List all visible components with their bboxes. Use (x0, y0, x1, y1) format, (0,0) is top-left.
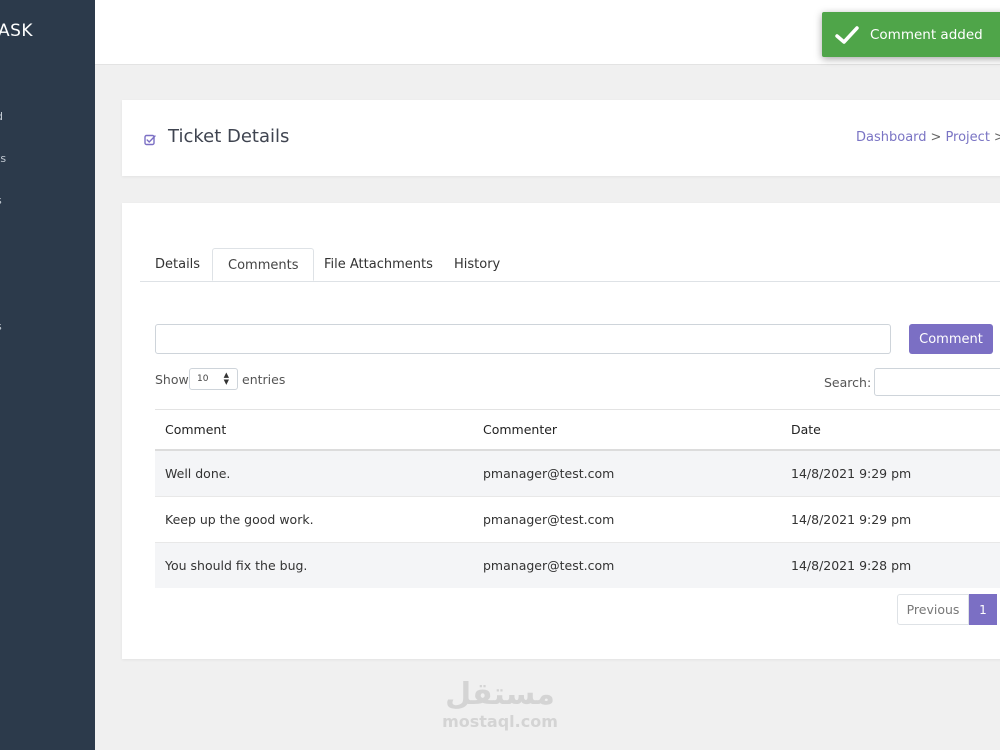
tab-details[interactable]: Details (140, 248, 215, 281)
cell-comment: Well done. (155, 449, 473, 497)
breadcrumb-project[interactable]: Project (945, 130, 989, 145)
watermark-arabic: مستقل (445, 677, 555, 712)
sort-arrows-icon: ▲ ▼ (223, 371, 229, 386)
check-icon (834, 22, 860, 48)
watermark: مستقل mostaql.com (440, 677, 560, 732)
entries-value: 10 (197, 374, 209, 384)
table-row: You should fix the bug. pmanager@test.co… (155, 542, 1000, 588)
search-input[interactable] (874, 368, 1000, 396)
cell-date: 14/8/2021 9:29 pm (781, 496, 1000, 543)
sidebar-item-users[interactable]: s (0, 320, 2, 333)
page-title: Ticket Details (168, 126, 290, 147)
pagination: Previous 1 (897, 594, 997, 625)
tab-history[interactable]: History (439, 248, 515, 281)
page-1-button[interactable]: 1 (969, 594, 997, 625)
column-header-date[interactable]: Date (781, 409, 1000, 451)
cell-comment: You should fix the bug. (155, 542, 473, 588)
app-brand[interactable]: ASK (0, 21, 33, 41)
ticket-tabs: Details Comments File Attachments Histor… (140, 248, 1000, 282)
comment-input[interactable] (155, 324, 891, 354)
toast-message: Comment added (870, 26, 983, 43)
previous-page-button[interactable]: Previous (897, 594, 969, 625)
entries-label: entries (242, 372, 286, 387)
column-header-commenter[interactable]: Commenter (473, 409, 781, 451)
breadcrumb-separator: > (993, 130, 1000, 145)
search-label: Search: (824, 375, 872, 390)
watermark-latin: mostaql.com (442, 712, 558, 731)
table-row: Well done. pmanager@test.com 14/8/2021 9… (155, 449, 1000, 497)
toast-notification[interactable]: Comment added (822, 12, 1000, 57)
tab-comments[interactable]: Comments (212, 248, 315, 281)
breadcrumb-dashboard[interactable]: Dashboard (856, 130, 927, 145)
table-header-row: Comment Commenter Date (155, 409, 1000, 451)
ticket-content-card: Details Comments File Attachments Histor… (122, 203, 1000, 659)
sidebar: ASK d ts s s (0, 0, 95, 750)
cell-commenter: pmanager@test.com (473, 449, 781, 497)
breadcrumb: Dashboard>Project>Ti (856, 130, 1000, 145)
page-header-card: Ticket Details Dashboard>Project>Ti (122, 100, 1000, 176)
breadcrumb-separator: > (930, 130, 942, 145)
sidebar-item-dashboard[interactable]: d (0, 110, 3, 123)
sidebar-item-projects[interactable]: ts (0, 152, 6, 165)
sidebar-item-tickets[interactable]: s (0, 194, 2, 207)
tab-file-attachments[interactable]: File Attachments (309, 248, 448, 281)
cell-comment: Keep up the good work. (155, 496, 473, 543)
entries-select[interactable]: 10 ▲ ▼ (189, 368, 238, 390)
table-row: Keep up the good work. pmanager@test.com… (155, 496, 1000, 543)
cell-commenter: pmanager@test.com (473, 496, 781, 543)
checkbox-icon (144, 131, 156, 146)
comment-submit-button[interactable]: Comment (909, 324, 993, 354)
cell-commenter: pmanager@test.com (473, 542, 781, 588)
comments-table: Comment Commenter Date Well done. pmanag… (155, 409, 1000, 588)
cell-date: 14/8/2021 9:28 pm (781, 542, 1000, 588)
cell-date: 14/8/2021 9:29 pm (781, 449, 1000, 497)
show-label: Show (155, 372, 189, 387)
column-header-comment[interactable]: Comment (155, 409, 473, 451)
